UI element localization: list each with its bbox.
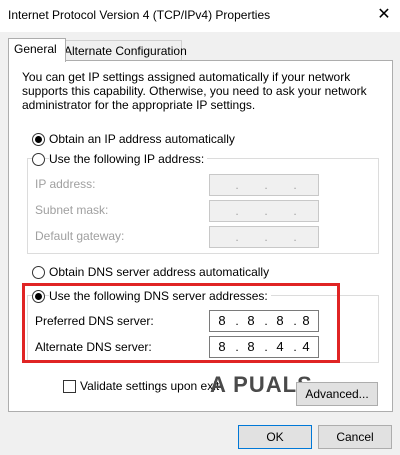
dns-auto-label[interactable]: Obtain DNS server address automatically: [49, 265, 269, 279]
default-gateway-input: . . .: [209, 226, 319, 248]
ip-manual-radio[interactable]: [32, 153, 45, 166]
ip-octet: [210, 227, 234, 247]
ip-address-label: IP address:: [35, 177, 96, 191]
subnet-mask-label: Subnet mask:: [35, 203, 109, 217]
description-text: You can get IP settings assigned automat…: [22, 70, 367, 112]
ip-octet: [294, 227, 318, 247]
ip-manual-label[interactable]: Use the following IP address:: [49, 152, 208, 166]
subnet-mask-input: . . .: [209, 200, 319, 222]
cancel-button[interactable]: Cancel: [318, 425, 392, 449]
ip-address-input: . . .: [209, 174, 319, 196]
ip-octet: [294, 175, 318, 195]
validate-label[interactable]: Validate settings upon exit: [80, 379, 219, 393]
ip-octet: [239, 201, 263, 221]
default-gateway-label: Default gateway:: [35, 229, 125, 243]
ok-button[interactable]: OK: [238, 425, 312, 449]
dns-highlight-box: [22, 283, 340, 363]
ip-octet: [268, 175, 292, 195]
tab-general[interactable]: General: [8, 38, 66, 62]
advanced-button[interactable]: Advanced...: [296, 382, 378, 406]
close-icon[interactable]: ✕: [372, 4, 396, 26]
ip-octet: [268, 201, 292, 221]
validate-checkbox[interactable]: [63, 380, 76, 393]
ip-auto-label[interactable]: Obtain an IP address automatically: [49, 132, 235, 146]
tab-alternate-configuration[interactable]: Alternate Configuration: [58, 40, 187, 61]
dns-auto-radio[interactable]: [32, 266, 45, 279]
ip-octet: [210, 175, 234, 195]
ip-octet: [268, 227, 292, 247]
ip-octet: [239, 175, 263, 195]
ip-octet: [239, 227, 263, 247]
ip-octet: [210, 201, 234, 221]
ip-auto-radio[interactable]: [32, 133, 45, 146]
window-title: Internet Protocol Version 4 (TCP/IPv4) P…: [8, 8, 271, 22]
ip-octet: [294, 201, 318, 221]
